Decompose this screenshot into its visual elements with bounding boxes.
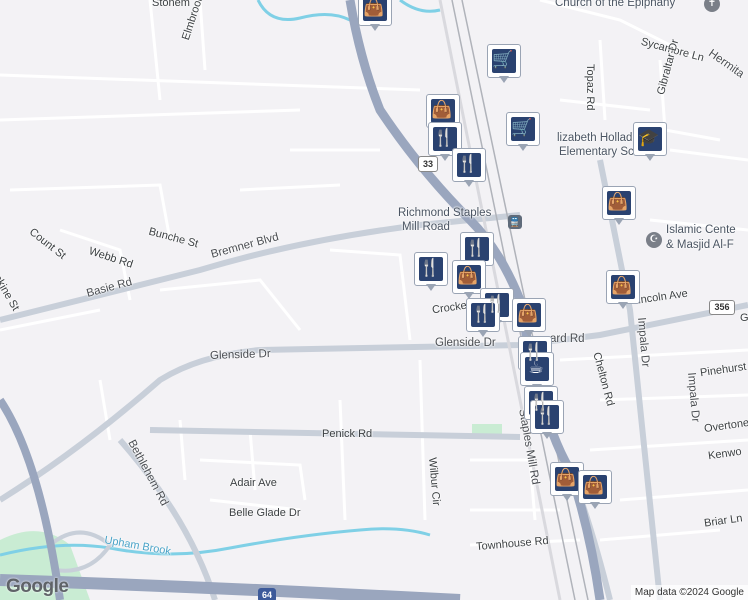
- street-label-topaz: Topaz Rd: [584, 64, 596, 111]
- map-attribution[interactable]: Map data ©2024 Google: [630, 585, 748, 600]
- map-canvas[interactable]: Stonem Elmbrook Rd Sycamore Ln Topaz Rd …: [0, 0, 748, 600]
- poi-label-islamic-line1[interactable]: Islamic Cente: [666, 224, 736, 236]
- shopping-bag-icon: 👜: [607, 192, 629, 212]
- map-marker[interactable]: 👜: [578, 470, 612, 510]
- map-marker[interactable]: 👜: [606, 270, 640, 310]
- street-label-stonemill: Stonem: [152, 0, 190, 9]
- street-label-belle-glade: Belle Glade Dr: [229, 507, 301, 519]
- bethlehem-road-line: [117, 438, 218, 600]
- mosque-icon[interactable]: ☪: [646, 232, 662, 248]
- cart-icon: 🛒: [492, 50, 514, 70]
- map-marker[interactable]: 👜: [602, 186, 636, 226]
- cafe-icon: ☕: [528, 358, 544, 378]
- shopping-bag-icon: 👜: [611, 276, 633, 296]
- train-station-icon[interactable]: 🚆: [508, 215, 522, 229]
- street-label-glenside-west: Glenside Dr: [209, 347, 271, 363]
- poi-label-islamic-line2[interactable]: & Masjid Al-F: [666, 239, 734, 251]
- restaurant-icon: 🍴: [433, 128, 455, 148]
- street-label-glenside-east: Glenside Dr: [435, 337, 496, 349]
- shopping-bag-icon: 👜: [457, 266, 479, 286]
- map-marker[interactable]: 🍴: [452, 148, 486, 188]
- street-label-penick: Penick Rd: [322, 428, 373, 440]
- shopping-bag-icon: 👜: [431, 100, 453, 120]
- poi-label-church[interactable]: Church of the Epiphany: [555, 0, 675, 9]
- map-marker[interactable]: 👜: [358, 0, 392, 32]
- shopping-bag-icon: 👜: [363, 0, 385, 18]
- restaurant-icon: 🍴: [419, 258, 441, 278]
- street-label-glenside-road: ard Rd: [550, 333, 585, 345]
- restaurant-icon: 🍴: [471, 304, 493, 324]
- poi-label-station-line1[interactable]: Richmond Staples: [398, 207, 491, 219]
- va-356-shield: 356: [709, 300, 735, 315]
- poi-label-station-line2[interactable]: Mill Road: [402, 221, 450, 233]
- restaurant-icon: 🍴: [535, 406, 557, 426]
- i-64-shield: 64: [258, 588, 276, 600]
- map-marker[interactable]: 🎓: [633, 122, 667, 162]
- shopping-bag-icon: 👜: [583, 476, 605, 496]
- map-marker[interactable]: 👜: [512, 298, 546, 338]
- map-marker[interactable]: 🍴: [414, 252, 448, 292]
- map-marker[interactable]: 🛒: [506, 112, 540, 152]
- restaurant-icon: 🍴: [457, 154, 479, 174]
- map-marker[interactable]: 🛒: [487, 44, 521, 84]
- poi-label-school-line1[interactable]: lizabeth Hollad: [557, 132, 632, 144]
- restaurant-icon: 🍴: [465, 238, 487, 258]
- shopping-bag-icon: 👜: [517, 304, 539, 324]
- creek-north-east: [399, 0, 441, 13]
- street-label-adair: Adair Ave: [230, 477, 277, 489]
- google-logo[interactable]: Google: [6, 576, 69, 598]
- cart-icon: 🛒: [511, 118, 533, 138]
- shopping-bag-icon: 👜: [555, 468, 577, 488]
- street-label-right-edge: G: [740, 312, 748, 324]
- creek-north: [256, 0, 351, 22]
- map-marker[interactable]: 🍴: [530, 400, 564, 440]
- school-icon: 🎓: [638, 128, 660, 148]
